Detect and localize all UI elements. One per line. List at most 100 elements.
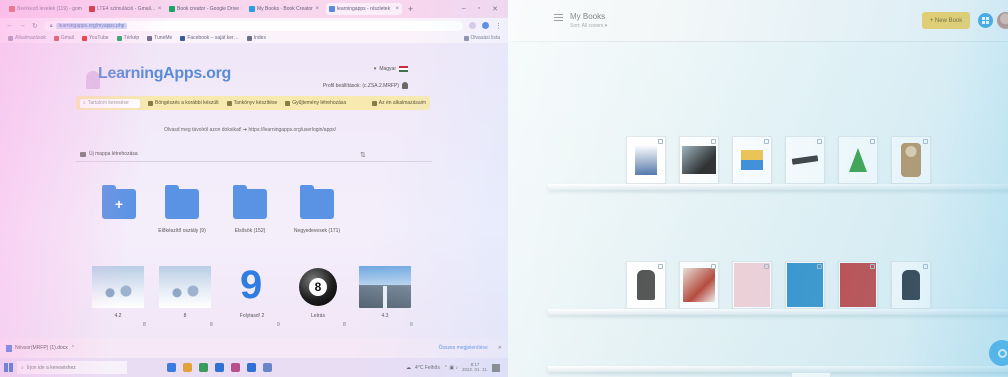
forward-icon[interactable]: → [19,22,26,29]
nav-browse[interactable]: Böngészés a korábbi készült [148,100,219,106]
app-thumbnail[interactable] [359,266,411,308]
bookmark-item[interactable]: Térkép [116,35,139,41]
show-all-downloads[interactable]: Összes megjelenítése [439,345,488,351]
book-cover[interactable] [785,136,825,184]
book-select-icon[interactable] [817,264,822,269]
bookmark-item[interactable]: Gmail [53,35,74,41]
back-icon[interactable]: ← [6,22,13,29]
book-cover[interactable] [626,136,666,184]
nav-create[interactable]: Tankönyv készítése [226,100,277,106]
book-cover[interactable] [679,136,719,184]
search-button[interactable] [989,340,1008,366]
nav-my-apps[interactable]: Az én alkalmazásaim [371,100,426,106]
book-select-icon[interactable] [870,139,875,144]
browser-tab[interactable]: LTE4 szimuláció - Gmail… × [86,3,162,15]
new-folder-button[interactable]: Új mappa létrehozása [80,151,138,157]
book-select-icon[interactable] [764,264,769,269]
user-profile-link[interactable]: Profil beállítások: (c.ZSA.2.MRFP) [323,82,408,89]
bookmark-item[interactable]: Facebook – saját ker… [180,35,239,41]
nav-browse-label: Böngészés a korábbi készült [155,100,219,106]
book-select-icon[interactable] [658,139,663,144]
apps-grid-icon[interactable] [978,13,993,28]
nav-collection[interactable]: Gyűjtemény létrehozása [285,100,346,106]
book-select-icon[interactable] [711,139,716,144]
menu-icon[interactable]: ⋮ [495,22,502,30]
book-select-icon[interactable] [870,264,875,269]
new-tab-button[interactable]: + [408,4,413,14]
tray-icons[interactable]: ⌃ ▣ ♪ [444,365,458,371]
folder-item[interactable] [300,185,334,219]
folder-new[interactable]: + [102,185,136,219]
book-cover[interactable] [891,136,931,184]
eight-ball-thumbnail[interactable]: 8 [299,268,337,306]
book-select-icon[interactable] [658,264,663,269]
bookmark-label: Facebook – saját ker… [187,35,239,41]
chrome-icon[interactable] [199,363,208,372]
extension-icon[interactable] [469,22,476,29]
language-selector[interactable]: ▾ Magyar [374,66,408,72]
book-select-icon[interactable] [923,139,928,144]
book-select-icon[interactable] [817,139,822,144]
browser-tab[interactable]: Book creator - Google Drive× [166,3,242,15]
book-cover[interactable] [679,261,719,309]
tab-close-icon[interactable]: × [241,6,242,12]
avatar[interactable] [997,12,1008,29]
maximize-icon[interactable]: ▫ [478,5,480,13]
bookmark-item[interactable]: Alkalmazások [8,35,46,41]
taskbar-search[interactable]: ⌕ Írjon ide a kereséshez [17,361,127,374]
sort-icon[interactable]: ⇅ [360,151,366,159]
address-bar[interactable]: 🔒︎ learningapps.org/myapps.php [43,20,463,31]
notification-icon[interactable] [492,363,500,372]
tab-close-icon[interactable]: × [158,6,162,12]
sort-selector[interactable]: Sort: All covers ▾ [570,23,607,29]
browser-tab[interactable]: My Books · Book Creator × [246,3,322,15]
close-icon[interactable]: ✕ [498,345,502,351]
flag-hu-icon [399,66,408,72]
windows-start-icon[interactable] [4,363,13,372]
hamburger-icon[interactable] [554,14,563,21]
bookmark-item[interactable]: TuneMe [147,35,172,41]
weather-text[interactable]: 4°C Felhős [415,365,440,371]
windows-taskbar: ⌕ Írjon ide a kereséshez ☁ 4°C Felhős ⌃ … [0,358,508,377]
minimize-icon[interactable]: – [462,5,466,13]
download-item[interactable]: Névsor(MRFP) (1).docx ⌃ [6,344,75,352]
bookmark-item[interactable]: Index [246,35,266,41]
book-cover[interactable] [785,261,825,309]
book-select-icon[interactable] [764,139,769,144]
explorer-icon[interactable] [183,363,192,372]
new-book-button[interactable]: + New Book [922,12,970,29]
folder-item[interactable] [233,185,267,219]
site-logo[interactable]: LearningApps.org [98,65,231,83]
book-cover[interactable] [626,261,666,309]
profile-icon[interactable] [482,22,489,29]
tab-close-icon[interactable]: × [315,6,319,12]
book-select-icon[interactable] [711,264,716,269]
app-thumbnail[interactable] [92,266,144,308]
book-partial[interactable] [791,372,831,377]
tab-close-icon[interactable]: × [395,6,399,12]
book-cover[interactable] [732,136,772,184]
book-cover[interactable] [838,261,878,309]
book-cover[interactable] [732,261,772,309]
task-view-icon[interactable] [167,363,176,372]
word-icon[interactable] [215,363,224,372]
reload-icon[interactable]: ↻ [32,22,38,30]
site-search-input[interactable]: ⌕ Tartalom keresése [80,98,140,108]
clock[interactable]: 8:17 2022. 01. 11. [462,362,488,373]
browser-tab[interactable]: learningapps - részletek × [326,3,402,15]
app-thumbnail[interactable] [159,266,211,308]
reading-list[interactable]: Olvasási lista [463,35,500,41]
book-select-icon[interactable] [923,264,928,269]
folder-item[interactable] [165,185,199,219]
book-cover[interactable] [838,136,878,184]
bookmark-item[interactable]: YouTube [81,35,109,41]
url-text: learningapps.org/myapps.php [55,22,128,29]
browser-tab[interactable]: Beérkező levelek (119) - gom…× [6,3,82,15]
bookmark-label: TuneMe [154,35,173,41]
app-icon[interactable] [231,363,240,372]
edge-icon[interactable] [247,363,256,372]
number-nine-thumbnail[interactable]: 9 [240,265,262,305]
close-icon[interactable]: ✕ [492,5,498,13]
teams-icon[interactable] [263,363,272,372]
book-cover[interactable] [891,261,931,309]
